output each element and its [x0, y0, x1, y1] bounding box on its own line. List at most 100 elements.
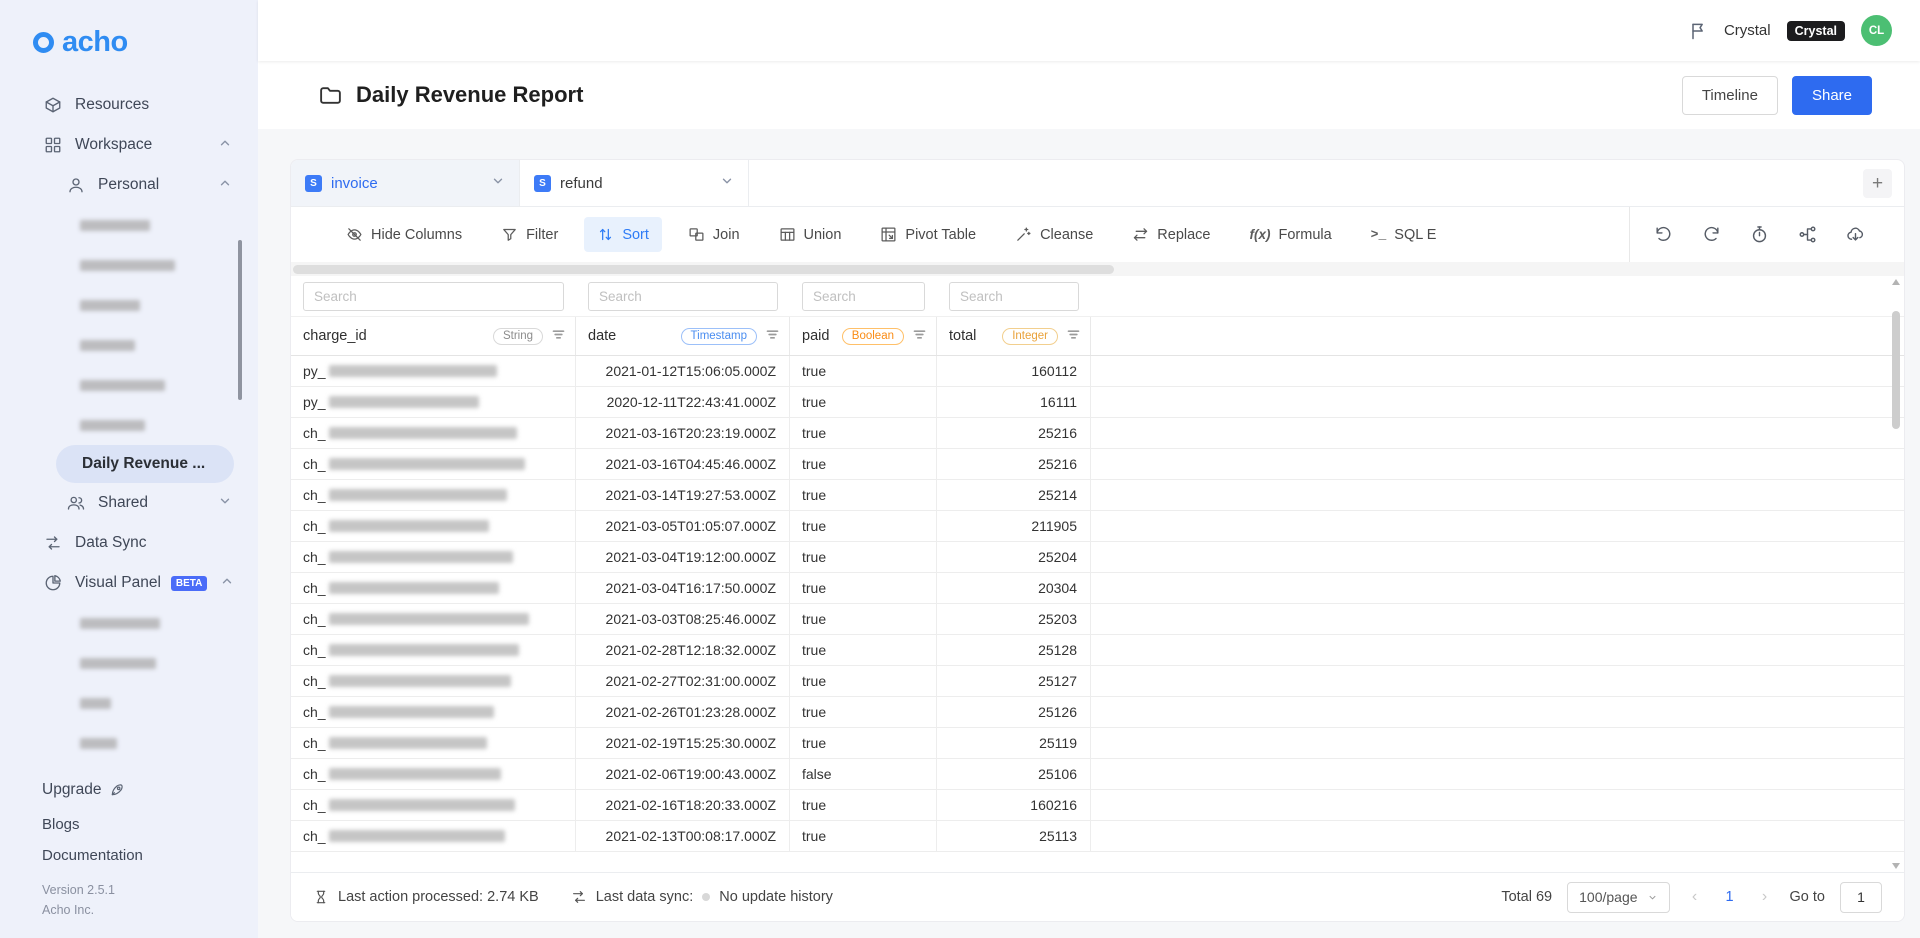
cell-paid[interactable]: false [790, 759, 937, 789]
sidebar-item-redacted[interactable] [0, 285, 258, 325]
cell-total[interactable]: 25106 [937, 759, 1091, 789]
cell-charge-id[interactable]: py_ [291, 356, 576, 386]
cell-charge-id[interactable]: ch_ [291, 480, 576, 510]
flag-icon[interactable] [1688, 21, 1708, 41]
goto-page-input[interactable] [1840, 881, 1882, 913]
cell-date[interactable]: 2021-02-06T19:00:43.000Z [576, 759, 790, 789]
sql-editor-button[interactable]: >_ SQL E [1358, 218, 1450, 252]
page-size-select[interactable]: 100/page [1567, 881, 1670, 913]
scroll-up-arrow[interactable] [1891, 279, 1900, 285]
cell-paid[interactable]: true [790, 697, 937, 727]
cell-date[interactable]: 2021-03-04T19:12:00.000Z [576, 542, 790, 572]
pivot-table-button[interactable]: Pivot Table [867, 217, 989, 252]
sidebar-item-upgrade[interactable]: Upgrade [0, 771, 258, 809]
sidebar-item-redacted[interactable] [0, 325, 258, 365]
cell-total[interactable]: 25203 [937, 604, 1091, 634]
cell-paid[interactable]: true [790, 480, 937, 510]
tab-invoice[interactable]: S invoice [291, 160, 520, 206]
tab-refund[interactable]: S refund [520, 160, 749, 206]
replace-button[interactable]: Replace [1119, 217, 1223, 252]
cell-paid[interactable]: true [790, 511, 937, 541]
undo-icon[interactable] [1654, 225, 1673, 244]
filter-button[interactable]: Filter [488, 217, 571, 252]
cell-paid[interactable]: true [790, 418, 937, 448]
column-header-charge-id[interactable]: charge_id String [291, 317, 576, 355]
search-input[interactable] [802, 281, 925, 311]
flow-icon[interactable] [1798, 225, 1817, 244]
sidebar-item-shared[interactable]: Shared [0, 483, 258, 523]
cell-date[interactable]: 2021-03-05T01:05:07.000Z [576, 511, 790, 541]
column-filter-icon[interactable] [765, 327, 780, 346]
sidebar-item-redacted[interactable] [0, 245, 258, 285]
cell-total[interactable]: 25127 [937, 666, 1091, 696]
cell-date[interactable]: 2020-12-11T22:43:41.000Z [576, 387, 790, 417]
sidebar-item-documentation[interactable]: Documentation [0, 840, 258, 871]
cell-paid[interactable]: true [790, 635, 937, 665]
cell-paid[interactable]: true [790, 666, 937, 696]
cell-charge-id[interactable]: ch_ [291, 759, 576, 789]
sidebar-item-redacted[interactable] [0, 205, 258, 245]
redo-icon[interactable] [1702, 225, 1721, 244]
cell-date[interactable]: 2021-02-28T12:18:32.000Z [576, 635, 790, 665]
sidebar-item-redacted[interactable] [0, 405, 258, 445]
sidebar-scrollbar[interactable] [238, 240, 242, 400]
vertical-scrollbar[interactable] [1889, 276, 1902, 872]
cell-date[interactable]: 2021-03-03T08:25:46.000Z [576, 604, 790, 634]
current-page[interactable]: 1 [1720, 889, 1740, 905]
cell-charge-id[interactable]: ch_ [291, 449, 576, 479]
search-input[interactable] [949, 281, 1079, 311]
app-logo[interactable]: acho [0, 26, 258, 59]
cell-total[interactable]: 160216 [937, 790, 1091, 820]
cell-charge-id[interactable]: ch_ [291, 666, 576, 696]
sidebar-item-redacted[interactable] [0, 683, 258, 723]
cell-charge-id[interactable]: ch_ [291, 542, 576, 572]
cell-date[interactable]: 2021-03-14T19:27:53.000Z [576, 480, 790, 510]
column-header-date[interactable]: date Timestamp [576, 317, 790, 355]
sidebar-item-data-sync[interactable]: Data Sync [0, 523, 258, 563]
join-button[interactable]: Join [675, 217, 753, 252]
cell-date[interactable]: 2021-02-19T15:25:30.000Z [576, 728, 790, 758]
cell-date[interactable]: 2021-02-27T02:31:00.000Z [576, 666, 790, 696]
cell-date[interactable]: 2021-02-13T00:08:17.000Z [576, 821, 790, 851]
vertical-scrollbar-thumb[interactable] [1891, 311, 1900, 429]
prev-page-button[interactable]: ‹ [1685, 888, 1705, 906]
sidebar-item-redacted[interactable] [0, 365, 258, 405]
cell-total[interactable]: 25214 [937, 480, 1091, 510]
cell-paid[interactable]: true [790, 573, 937, 603]
cell-date[interactable]: 2021-03-04T16:17:50.000Z [576, 573, 790, 603]
cell-charge-id[interactable]: ch_ [291, 697, 576, 727]
search-input[interactable] [588, 281, 778, 311]
cell-date[interactable]: 2021-02-16T18:20:33.000Z [576, 790, 790, 820]
cell-paid[interactable]: true [790, 356, 937, 386]
cell-total[interactable]: 20304 [937, 573, 1091, 603]
cell-date[interactable]: 2021-02-26T01:23:28.000Z [576, 697, 790, 727]
cell-charge-id[interactable]: ch_ [291, 573, 576, 603]
sidebar-item-redacted[interactable] [0, 603, 258, 643]
cell-total[interactable]: 25128 [937, 635, 1091, 665]
cell-total[interactable]: 25113 [937, 821, 1091, 851]
sidebar-item-resources[interactable]: Resources [0, 85, 258, 125]
cell-date[interactable]: 2021-03-16T20:23:19.000Z [576, 418, 790, 448]
column-header-paid[interactable]: paid Boolean [790, 317, 937, 355]
cleanse-button[interactable]: Cleanse [1002, 217, 1106, 252]
cell-date[interactable]: 2021-01-12T15:06:05.000Z [576, 356, 790, 386]
sidebar-item-personal[interactable]: Personal [0, 165, 258, 205]
cell-paid[interactable]: true [790, 790, 937, 820]
cell-charge-id[interactable]: ch_ [291, 821, 576, 851]
share-button[interactable]: Share [1791, 75, 1872, 115]
horizontal-scrollbar[interactable] [291, 262, 1904, 276]
cell-charge-id[interactable]: ch_ [291, 635, 576, 665]
sidebar-item-visual-panel[interactable]: Visual Panel BETA [0, 563, 258, 603]
cell-charge-id[interactable]: py_ [291, 387, 576, 417]
sidebar-item-workspace[interactable]: Workspace [0, 125, 258, 165]
cell-charge-id[interactable]: ch_ [291, 418, 576, 448]
cell-total[interactable]: 25216 [937, 449, 1091, 479]
cell-total[interactable]: 25204 [937, 542, 1091, 572]
sidebar-item-redacted[interactable] [0, 643, 258, 683]
sidebar-item-redacted[interactable] [0, 723, 258, 763]
cell-total[interactable]: 16111 [937, 387, 1091, 417]
cell-total[interactable]: 160112 [937, 356, 1091, 386]
search-input[interactable] [303, 281, 564, 311]
cell-charge-id[interactable]: ch_ [291, 511, 576, 541]
cell-paid[interactable]: true [790, 387, 937, 417]
